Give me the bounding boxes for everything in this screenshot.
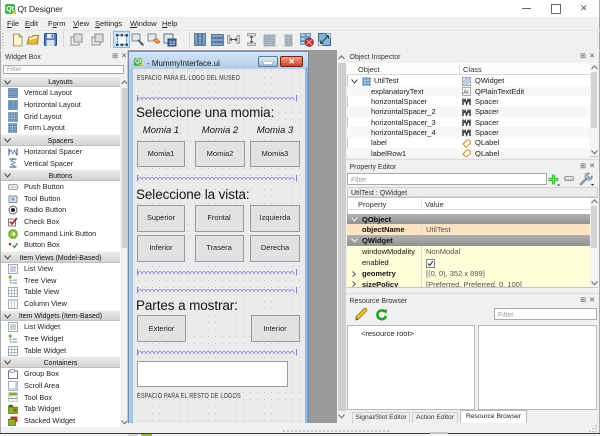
svg-text:Al: Al (463, 90, 468, 96)
svg-text:12: 12 (169, 41, 175, 47)
